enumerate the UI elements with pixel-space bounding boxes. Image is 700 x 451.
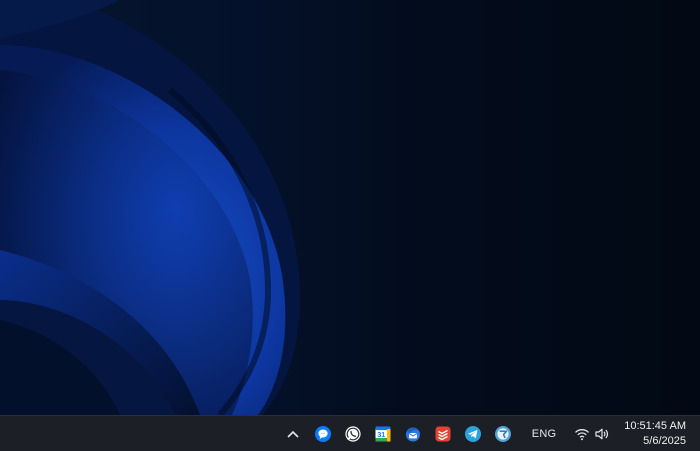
show-hidden-icons-button[interactable]: [278, 419, 308, 449]
tray-messenger-button[interactable]: [308, 419, 338, 449]
calendar-day-label: 31: [377, 432, 385, 439]
speaker-icon: [595, 428, 609, 439]
taskbar-clock[interactable]: 10:51:45 AM 5/6/2025: [614, 418, 700, 450]
desktop-wallpaper: [0, 0, 700, 415]
telegram-icon: [465, 425, 481, 442]
wallpaper-bloom-graphic: [0, 0, 300, 415]
network-volume-button[interactable]: [570, 419, 614, 449]
todoist-icon: [435, 426, 451, 441]
google-calendar-icon: 31: [375, 426, 391, 441]
chevron-up-icon: [287, 430, 299, 438]
clock-time: 10:51:45 AM: [624, 419, 686, 432]
tray-thunderbird-button[interactable]: [398, 419, 428, 449]
thunderbird-icon: [406, 427, 420, 441]
clock-date: 5/6/2025: [643, 434, 686, 447]
wifi-icon: [575, 428, 589, 440]
messenger-icon: [315, 425, 331, 442]
tray-google-calendar-button[interactable]: 31: [368, 419, 398, 449]
chrome-remote-icon: [495, 425, 511, 442]
whatsapp-icon: [345, 425, 361, 442]
tray-todoist-button[interactable]: [428, 419, 458, 449]
tray-whatsapp-button[interactable]: [338, 419, 368, 449]
input-language-button[interactable]: ENG: [524, 419, 564, 449]
tray-telegram-button[interactable]: [458, 419, 488, 449]
taskbar: 31 ENG 10:51:45 AM 5/6/2025: [0, 415, 700, 451]
tray-chrome-remote-button[interactable]: [488, 419, 518, 449]
system-tray: 31 ENG 10:51:45 AM 5/6/2025: [278, 416, 700, 451]
